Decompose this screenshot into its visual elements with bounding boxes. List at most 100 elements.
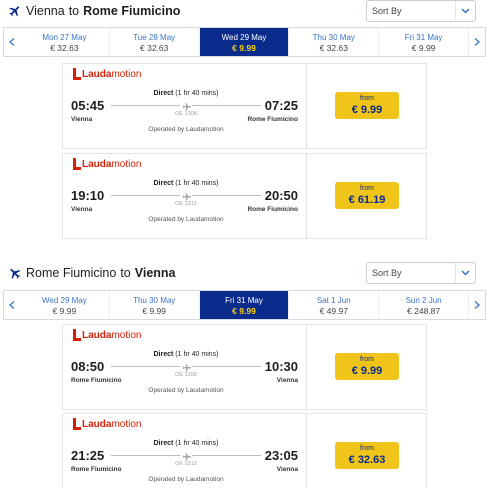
date-price: € 9.99 <box>232 43 256 53</box>
next-dates-button[interactable] <box>469 28 485 56</box>
duration: (1 hr 40 mins) <box>175 180 219 187</box>
outbound-date-strip: Mon 27 May € 32.63 Tue 28 May € 32.63 Wed … <box>3 27 486 57</box>
departure-time: 21:25 <box>71 448 105 463</box>
date-price: € 9.99 <box>411 43 436 53</box>
date-label: Tue 28 May <box>133 33 176 42</box>
airline-name: Lauda <box>82 418 112 430</box>
airplane-icon <box>182 452 192 461</box>
fare-price: € 9.99 <box>351 104 383 116</box>
date-label: Fri 31 May <box>404 33 443 42</box>
date-price: € 32.63 <box>50 43 79 53</box>
inbound-origin: Rome Fiumicino <box>26 266 117 280</box>
direct-label: Direct <box>153 440 174 447</box>
airline-name-suffix: motion <box>111 68 142 80</box>
date-label: Wed 29 May <box>42 296 87 305</box>
date-tab[interactable]: Sun 2 Jun € 248.87 <box>379 291 469 319</box>
date-label: Thu 30 May <box>312 33 355 42</box>
date-tab[interactable]: Tue 28 May € 32.63 <box>110 28 200 56</box>
date-price: € 9.99 <box>232 306 256 316</box>
arrival-time: 23:05 <box>264 448 298 463</box>
prev-dates-button[interactable] <box>4 28 20 56</box>
fare-price: € 9.99 <box>351 365 383 377</box>
arrival-time: 07:25 <box>264 98 298 113</box>
date-label: Thu 30 May <box>133 296 176 305</box>
from-label: from <box>360 95 374 102</box>
date-price: € 49.97 <box>319 306 348 316</box>
select-fare-button[interactable]: from € 9.99 <box>335 92 399 119</box>
flight-card[interactable]: Lauda motion 08:50 10:30 Rome Fiumicino V… <box>62 324 427 410</box>
direct-label: Direct <box>153 90 174 97</box>
laudamotion-logo: Lauda motion <box>71 329 141 341</box>
departure-time: 05:45 <box>71 98 105 113</box>
airplane-icon <box>9 6 20 17</box>
airline-name-suffix: motion <box>111 418 142 430</box>
operated-by: Operated by Laudamotion <box>148 387 224 394</box>
inbound-destination: Vienna <box>134 266 176 280</box>
select-fare-button[interactable]: from € 61.19 <box>335 182 399 209</box>
date-tab[interactable]: Wed 29 May € 9.99 <box>20 291 110 319</box>
select-fare-button[interactable]: from € 9.99 <box>335 353 399 380</box>
inbound-sort-select[interactable]: Sort By <box>366 262 476 284</box>
flight-card[interactable]: Lauda motion 19:10 20:50 Vienna Rome Fium… <box>62 153 427 239</box>
sort-label: Sort By <box>372 6 402 16</box>
arrival-time: 20:50 <box>264 188 298 203</box>
departure-time: 08:50 <box>71 359 105 374</box>
airline-name: Lauda <box>82 68 112 80</box>
prev-dates-button[interactable] <box>4 291 20 319</box>
arrival-city: Vienna <box>276 377 298 384</box>
arrival-time: 10:30 <box>264 359 298 374</box>
fare-price: € 32.63 <box>348 454 386 466</box>
outbound-title: Vienna to Rome Fiumicino <box>8 4 180 18</box>
date-price: € 9.99 <box>142 306 167 316</box>
chevron-left-icon <box>9 38 15 46</box>
date-price: € 32.63 <box>140 43 169 53</box>
airplane-icon <box>10 268 21 279</box>
duration: (1 hr 40 mins) <box>175 351 219 358</box>
date-price: € 248.87 <box>407 306 441 316</box>
outbound-destination: Rome Fiumicino <box>83 4 181 18</box>
airline-name-suffix: motion <box>111 329 142 341</box>
date-tab[interactable]: Thu 30 May € 32.63 <box>289 28 380 56</box>
fare-price: € 61.19 <box>348 194 386 206</box>
chevron-down-icon[interactable] <box>455 263 475 283</box>
direct-label: Direct <box>153 180 174 187</box>
laudamotion-logo: Lauda motion <box>71 418 141 430</box>
laudamotion-logo: Lauda motion <box>71 68 141 80</box>
select-fare-button[interactable]: from € 32.63 <box>335 442 399 469</box>
airline-name: Lauda <box>82 329 112 341</box>
sort-label: Sort By <box>372 268 402 278</box>
date-tab[interactable]: Mon 27 May € 32.63 <box>20 28 110 56</box>
date-tab-selected[interactable]: Fri 31 May € 9.99 <box>199 291 290 319</box>
date-label: Sun 2 Jun <box>405 296 442 305</box>
arrival-city: Vienna <box>276 466 298 473</box>
flight-card[interactable]: Lauda motion 21:25 23:05 Rome Fiumicino V… <box>62 413 427 488</box>
duration: (1 hr 40 mins) <box>175 90 219 97</box>
from-label: from <box>360 445 374 452</box>
airline-name-suffix: motion <box>111 158 142 170</box>
date-label: Sat 1 Jun <box>316 296 351 305</box>
chevron-right-icon <box>474 301 480 309</box>
date-label: Wed 29 May <box>221 33 267 42</box>
operated-by: Operated by Laudamotion <box>148 216 224 223</box>
departure-city: Vienna <box>71 116 93 123</box>
inbound-title: Rome Fiumicino to Vienna <box>8 266 176 280</box>
chevron-down-icon[interactable] <box>455 1 475 21</box>
departure-time: 19:10 <box>71 188 105 203</box>
airplane-icon <box>182 363 192 372</box>
from-label: from <box>360 185 374 192</box>
date-tab[interactable]: Thu 30 May € 9.99 <box>110 291 200 319</box>
date-tab[interactable]: Sat 1 Jun € 49.97 <box>289 291 380 319</box>
departure-city: Vienna <box>71 206 93 213</box>
outbound-origin: Vienna <box>26 4 65 18</box>
date-tab-selected[interactable]: Wed 29 May € 9.99 <box>199 28 290 56</box>
date-label: Fri 31 May <box>225 296 263 305</box>
date-tab[interactable]: Fri 31 May € 9.99 <box>379 28 469 56</box>
outbound-sort-select[interactable]: Sort By <box>366 0 476 22</box>
inbound-date-strip: Wed 29 May € 9.99 Thu 30 May € 9.99 Fri 31… <box>3 290 486 320</box>
airplane-icon <box>182 192 192 201</box>
duration: (1 hr 40 mins) <box>175 440 219 447</box>
next-dates-button[interactable] <box>469 291 485 319</box>
operated-by: Operated by Laudamotion <box>148 476 224 483</box>
date-price: € 32.63 <box>319 43 348 53</box>
flight-card[interactable]: Lauda motion 05:45 07:25 Vienna Rome Fium… <box>62 63 427 149</box>
